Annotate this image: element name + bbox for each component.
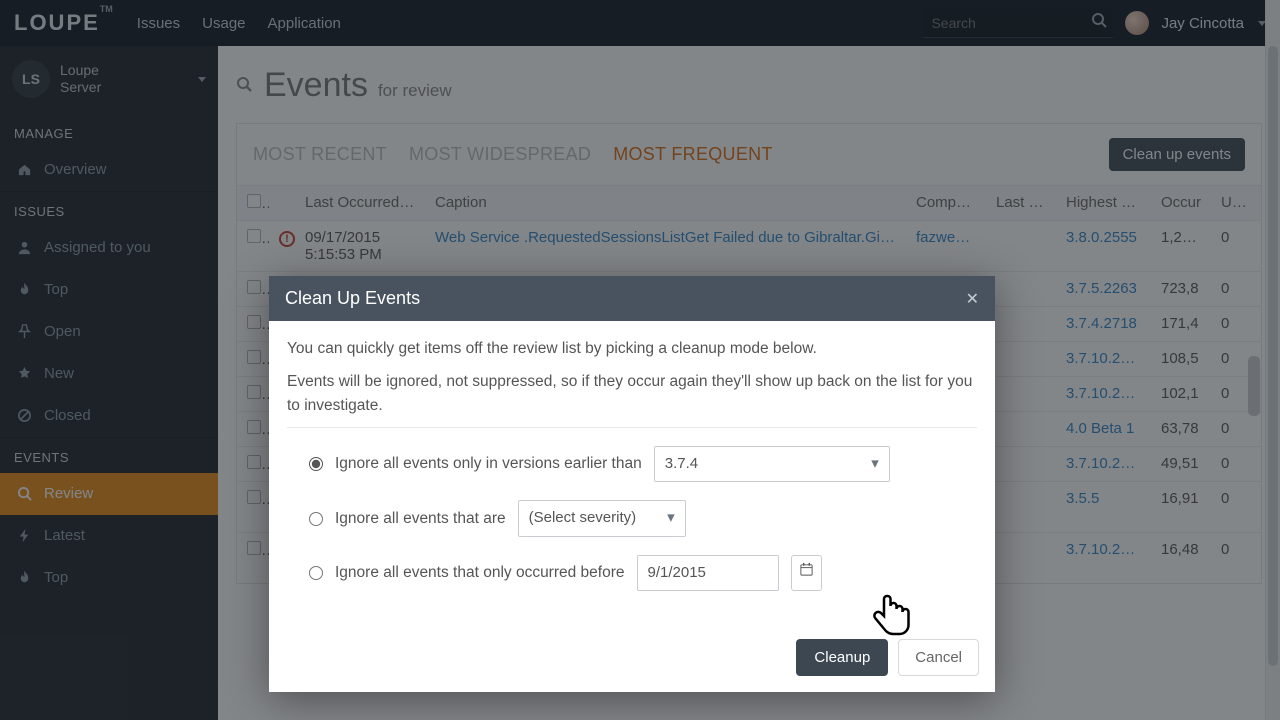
option-versions: Ignore all events only in versions earli… <box>309 446 969 483</box>
modal-body: You can quickly get items off the review… <box>269 321 995 627</box>
modal-header: Clean Up Events ✕ <box>269 276 995 321</box>
cleanup-modal: Clean Up Events ✕ You can quickly get it… <box>269 276 995 692</box>
cancel-button[interactable]: Cancel <box>898 639 979 676</box>
chevron-down-icon: ▾ <box>871 453 879 476</box>
option-date: Ignore all events that only occurred bef… <box>309 555 969 592</box>
cleanup-button[interactable]: Cleanup <box>796 639 888 676</box>
chevron-down-icon: ▾ <box>667 507 675 530</box>
modal-footer: Cleanup Cancel <box>269 627 995 692</box>
option-severity: Ignore all events that are (Select sever… <box>309 500 969 537</box>
date-input[interactable]: 9/1/2015 <box>637 555 779 592</box>
option-versions-label: Ignore all events only in versions earli… <box>335 452 642 475</box>
radio-date[interactable] <box>309 566 323 580</box>
radio-versions[interactable] <box>309 457 323 471</box>
option-date-label: Ignore all events that only occurred bef… <box>335 561 625 584</box>
close-icon[interactable]: ✕ <box>966 289 979 309</box>
calendar-icon[interactable] <box>791 555 822 590</box>
modal-title: Clean Up Events <box>285 288 420 309</box>
severity-select[interactable]: (Select severity) ▾ <box>518 500 686 537</box>
radio-severity[interactable] <box>309 512 323 526</box>
version-select[interactable]: 3.7.4 ▾ <box>654 446 890 483</box>
modal-desc-2: Events will be ignored, not suppressed, … <box>287 370 977 417</box>
modal-desc-1: You can quickly get items off the review… <box>287 337 977 360</box>
option-severity-label: Ignore all events that are <box>335 507 506 530</box>
